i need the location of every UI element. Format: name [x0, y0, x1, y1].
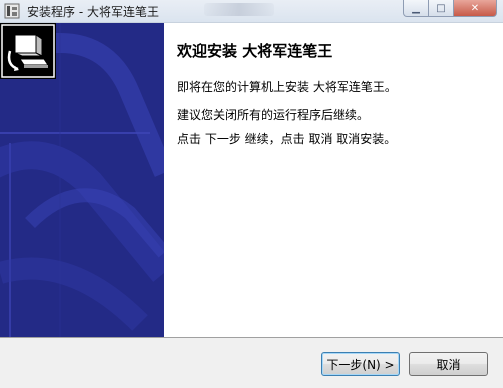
cancel-button[interactable]: 取消	[409, 352, 488, 376]
blurred-region	[204, 3, 274, 16]
window-controls: ▁ □ ✕	[403, 0, 497, 18]
welcome-heading: 欢迎安装 大将军连笔王	[177, 42, 333, 60]
computer-install-icon	[0, 23, 56, 79]
installer-icon	[4, 3, 20, 19]
minimize-button[interactable]: ▁	[403, 0, 429, 17]
instructions-text: 点击 下一步 继续，点击 取消 取消安装。	[177, 132, 397, 146]
wizard-content: 欢迎安装 大将军连笔王 即将在您的计算机上安装 大将军连笔王。 建议您关闭所有的…	[164, 23, 503, 337]
title-bar[interactable]: 安装程序 - 大将军连笔王 ▁ □ ✕	[0, 0, 503, 23]
close-programs-advice: 建议您关闭所有的运行程序后继续。	[177, 108, 370, 122]
install-notice: 即将在您的计算机上安装 大将军连笔王。	[177, 80, 397, 94]
wizard-side-image	[0, 23, 164, 337]
next-button[interactable]: 下一步(N) >	[321, 352, 400, 376]
installer-window: 安装程序 - 大将军连笔王 ▁ □ ✕ 欢迎安装 大将军连笔王 即将在您的计算机…	[0, 0, 503, 388]
window-title: 安装程序 - 大将军连笔王	[27, 5, 159, 19]
maximize-button[interactable]: □	[429, 0, 454, 17]
button-bar: 下一步(N) > 取消	[0, 337, 503, 388]
close-button[interactable]: ✕	[454, 0, 497, 17]
